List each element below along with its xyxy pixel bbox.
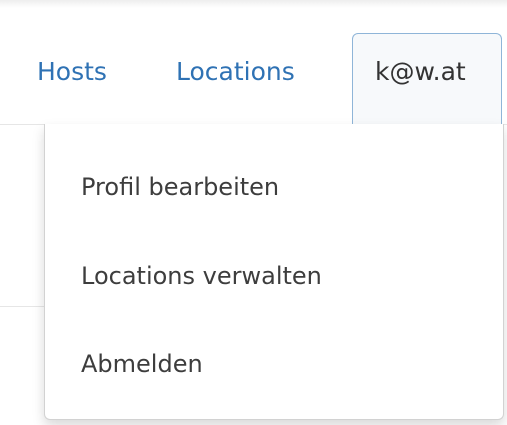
- user-menu-toggle[interactable]: k@w.at: [352, 33, 502, 124]
- menu-item-logout[interactable]: Abmelden: [45, 334, 503, 394]
- nav-link-locations[interactable]: Locations: [176, 56, 295, 88]
- user-dropdown-menu: Profil bearbeiten Locations verwalten Ab…: [44, 124, 504, 420]
- nav-link-hosts[interactable]: Hosts: [37, 56, 107, 88]
- navbar: Hosts Locations k@w.at: [0, 0, 507, 125]
- user-email-label: k@w.at: [375, 57, 466, 86]
- menu-item-edit-profile[interactable]: Profil bearbeiten: [45, 157, 503, 217]
- navbar-top-shadow: [0, 0, 507, 8]
- content-divider: [0, 306, 44, 307]
- menu-item-manage-locations[interactable]: Locations verwalten: [45, 246, 503, 306]
